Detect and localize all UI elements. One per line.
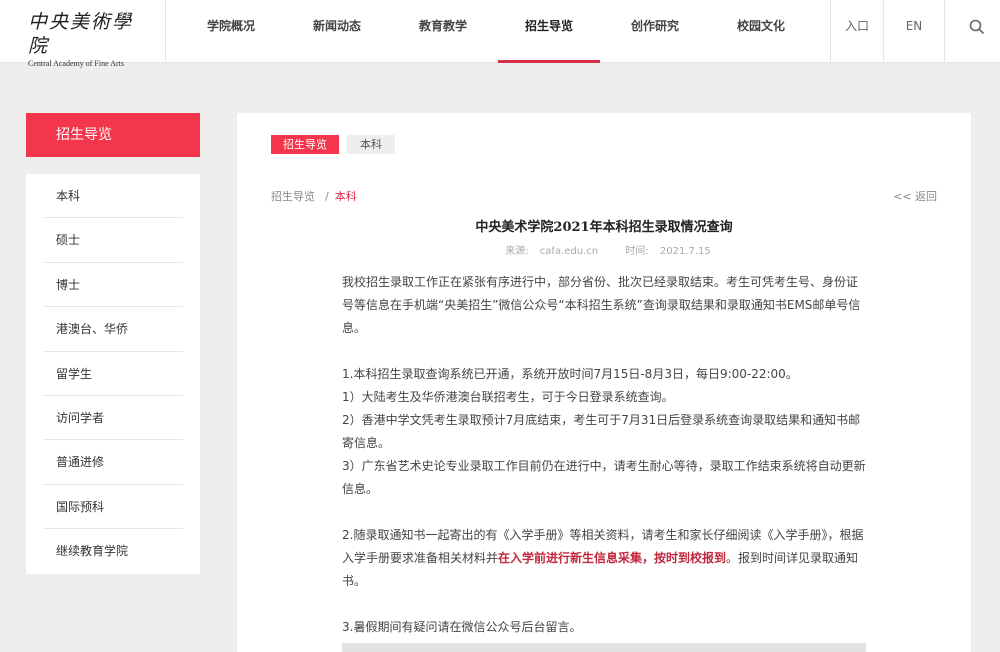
sidebar-item-undergraduate[interactable]: 本科	[43, 174, 183, 219]
article-title: 中央美术学院2021年本科招生录取情况查询	[475, 220, 733, 235]
article-paragraph: 2）香港中学文凭考生录取预计7月底结束，考生可于7月31日后登录系统查询录取结果…	[342, 413, 861, 450]
nav-item-admissions[interactable]: 招生导览	[496, 0, 602, 63]
article-paragraph: 3.暑假期间有疑问请在微信公众号后台留言。	[342, 620, 582, 634]
time-value: 2021.7.15	[659, 246, 711, 257]
article-image	[342, 643, 866, 652]
tab-undergraduate[interactable]: 本科	[347, 135, 395, 154]
article-meta: 来源: cafa.edu.cn 时间: 2021.7.15	[237, 242, 971, 257]
article-paragraph: 2.随录取通知书一起寄出的有《入学手册》等相关资料，请考生和家长仔细阅读《入学手…	[342, 524, 866, 593]
source-label: 来源:	[505, 246, 529, 257]
sidebar-item-international-students[interactable]: 留学生	[43, 352, 183, 396]
nav-item-about[interactable]: 学院概况	[178, 0, 284, 63]
article-paragraph: 1.本科招生录取查询系统已开通，系统开放时间7月15日-8月3日，每日9:00-…	[342, 367, 798, 381]
time-label: 时间:	[625, 246, 649, 257]
nav-item-news[interactable]: 新闻动态	[284, 0, 390, 63]
search-icon[interactable]	[969, 19, 985, 35]
article-body: 我校招生录取工作正在紧张有序进行中，部分省份、批次已经录取结束。考生可凭考生号、…	[342, 271, 866, 639]
sidebar-heading[interactable]: 招生导览	[26, 113, 200, 157]
sidebar-item-general-study[interactable]: 普通进修	[43, 440, 183, 485]
logo-chinese: 中央美術學院	[28, 11, 134, 57]
article-paragraph: 1）大陆考生及华侨港澳台联招考生，可于今日登录系统查询。	[342, 390, 674, 404]
breadcrumb-separator: /	[325, 190, 329, 203]
breadcrumb: 招生导览 / 本科	[271, 188, 357, 204]
tab-admissions[interactable]: 招生导览	[271, 135, 339, 154]
sidebar-menu: 本科 硕士 博士 港澳台、华侨 留学生 访问学者 普通进修 国际预科 继续教育学…	[26, 174, 200, 574]
nav-divider	[165, 0, 166, 63]
breadcrumb-current[interactable]: 本科	[335, 190, 357, 203]
sidebar-item-visiting-scholars[interactable]: 访问学者	[43, 396, 183, 441]
article-paragraph: 3）广东省艺术史论专业录取工作目前仍在进行中，请考生耐心等待，录取工作结束系统将…	[342, 459, 866, 496]
nav-item-research[interactable]: 创作研究	[602, 0, 708, 63]
nav-item-campus[interactable]: 校园文化	[708, 0, 814, 63]
entry-link[interactable]: 入口	[831, 0, 883, 63]
sidebar-item-master[interactable]: 硕士	[43, 218, 183, 263]
highlight-text: 在入学前进行新生信息采集，按时到校报到	[498, 551, 727, 565]
sidebar-item-foundation[interactable]: 国际预科	[43, 485, 183, 530]
source-value: cafa.edu.cn	[539, 246, 599, 257]
breadcrumb-root[interactable]: 招生导览	[271, 190, 315, 203]
sidebar-item-continuing-education[interactable]: 继续教育学院	[43, 529, 183, 573]
logo-english: Central Academy of Fine Arts	[28, 59, 124, 68]
main-nav: 学院概况 新闻动态 教育教学 招生导览 创作研究 校园文化	[178, 0, 814, 63]
article-panel: 招生导览 本科 招生导览 / 本科 << 返回 中央美术学院2021年本科招生录取情…	[237, 113, 971, 652]
back-link[interactable]: << 返回	[893, 188, 937, 204]
nav-item-education[interactable]: 教育教学	[390, 0, 496, 63]
nav-divider	[944, 0, 945, 63]
site-logo[interactable]: 中央美術學院 Central Academy of Fine Arts	[28, 10, 138, 68]
article-paragraph: 我校招生录取工作正在紧张有序进行中，部分省份、批次已经录取结束。考生可凭考生号、…	[342, 275, 861, 335]
language-switch[interactable]: EN	[884, 0, 944, 63]
site-header: 中央美術學院 Central Academy of Fine Arts 学院概况…	[0, 0, 1000, 68]
sidebar-item-doctor[interactable]: 博士	[43, 263, 183, 308]
sidebar-item-hk-macao-taiwan[interactable]: 港澳台、华侨	[43, 307, 183, 352]
